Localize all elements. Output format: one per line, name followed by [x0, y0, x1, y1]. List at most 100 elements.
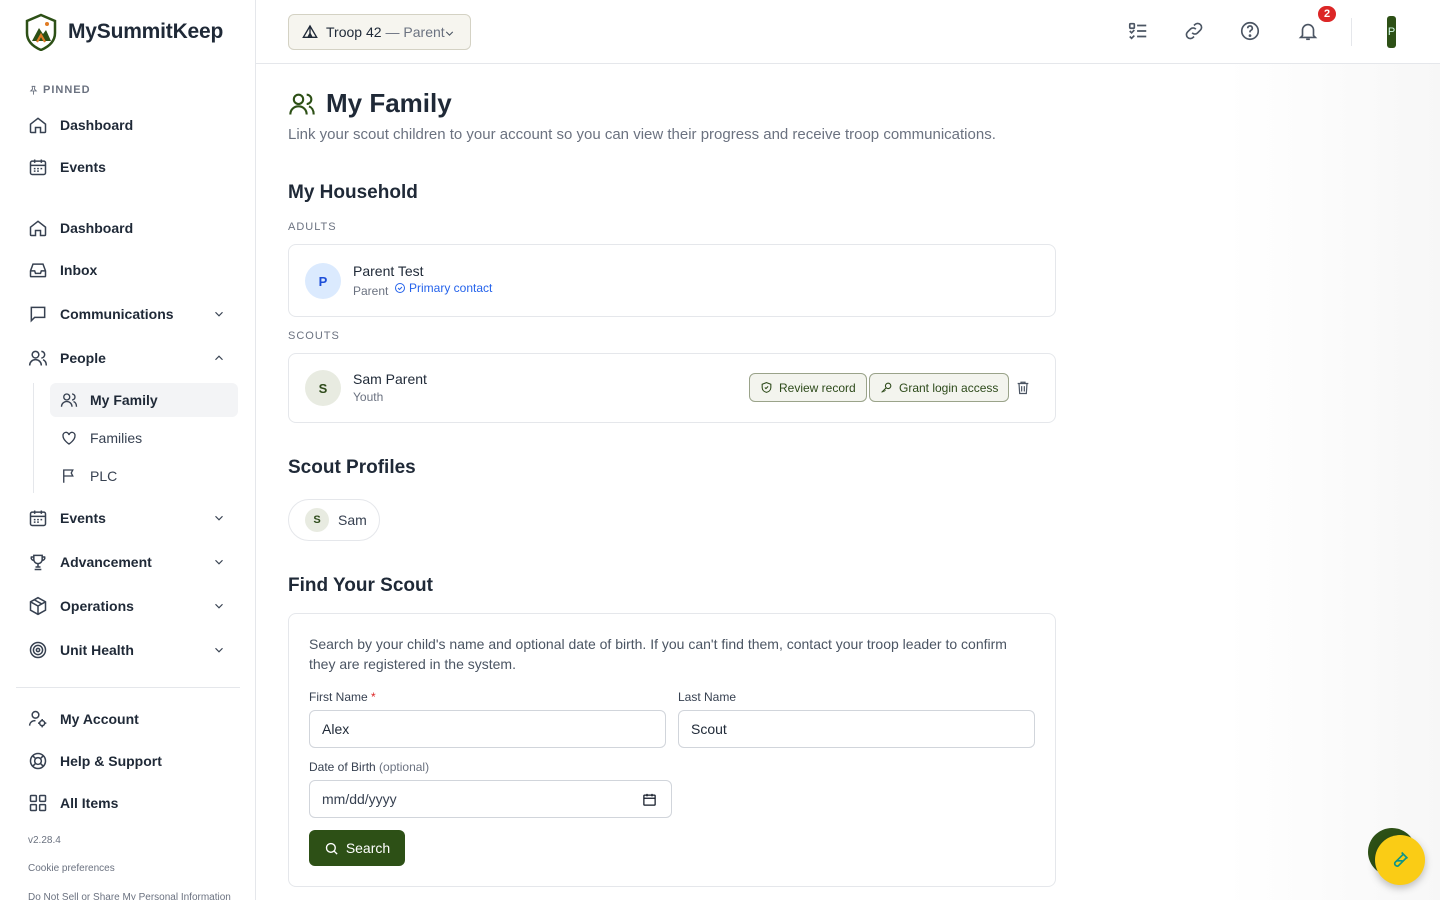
- sidebar-subitem-families[interactable]: Families: [50, 421, 238, 455]
- find-scout-card: Search by your child's name and optional…: [288, 613, 1056, 887]
- bell-icon[interactable]: [1297, 20, 1321, 44]
- sidebar-subitem-plc[interactable]: PLC: [50, 459, 238, 493]
- pinned-events[interactable]: Events: [16, 148, 240, 186]
- scouts-label: SCOUTS: [288, 330, 340, 342]
- calendar-icon[interactable]: [642, 792, 657, 807]
- sidebar-subitem-my-family[interactable]: My Family: [50, 383, 238, 417]
- pinned-dashboard-label: Dashboard: [60, 117, 134, 133]
- sidebar-item-operations[interactable]: Operations: [16, 587, 240, 625]
- find-scout-heading: Find Your Scout: [288, 575, 433, 596]
- feedback-fab[interactable]: [1375, 835, 1425, 885]
- scout-profile-name: Sam: [338, 512, 367, 528]
- chevron-down-icon: [212, 555, 226, 569]
- sidebar-item-label: Help & Support: [60, 753, 162, 769]
- sidebar-item-label: All Items: [60, 795, 119, 811]
- chevron-down-icon: [212, 307, 226, 321]
- sidebar-item-label: My Account: [60, 711, 139, 727]
- adults-label: ADULTS: [288, 221, 337, 233]
- check-circle-icon: [394, 282, 406, 294]
- logo-icon: [24, 13, 58, 51]
- shield-check-icon: [760, 381, 773, 394]
- adult-card: P Parent Test Parent Primary contact: [288, 244, 1056, 317]
- first-name-field[interactable]: Alex: [309, 710, 666, 748]
- dob-label: Date of Birth (optional): [309, 760, 430, 774]
- flag-icon: [60, 467, 78, 485]
- users-icon: [288, 90, 316, 118]
- test-tube-icon: [1390, 850, 1410, 870]
- sidebar-item-inbox[interactable]: Inbox: [16, 251, 240, 289]
- inbox-icon: [28, 260, 48, 280]
- sidebar-item-help-support[interactable]: Help & Support: [16, 742, 240, 780]
- topbar: Troop 42 — Parent 2 P: [256, 0, 1440, 64]
- sidebar-subitem-label: PLC: [90, 468, 118, 484]
- brand[interactable]: MySummitKeep: [24, 13, 223, 51]
- sidebar-item-unit-health[interactable]: Unit Health: [16, 631, 240, 669]
- calendar-icon: [28, 508, 48, 528]
- sidebar-item-events[interactable]: Events: [16, 499, 240, 537]
- avatar: S: [305, 370, 341, 406]
- do-not-sell-link[interactable]: Do Not Sell or Share My Personal Informa…: [28, 892, 231, 900]
- scout-profile-chip[interactable]: S Sam: [288, 499, 380, 541]
- find-scout-description: Search by your child's name and optional…: [309, 636, 1007, 672]
- sidebar-item-label: Dashboard: [60, 220, 134, 236]
- checklist-icon[interactable]: [1127, 20, 1151, 44]
- heart-icon: [60, 429, 78, 447]
- pin-icon: [28, 85, 39, 96]
- first-name-label: First Name *: [309, 690, 376, 704]
- chevron-down-icon: [212, 511, 226, 525]
- last-name-field[interactable]: Scout: [678, 710, 1035, 748]
- sidebar-item-label: Advancement: [60, 554, 152, 570]
- sidebar-item-people[interactable]: People: [16, 339, 240, 377]
- user-avatar[interactable]: P: [1387, 16, 1396, 48]
- scout-card: S Sam Parent Youth Review record Grant l…: [288, 353, 1056, 423]
- target-icon: [28, 640, 48, 660]
- sidebar-item-my-account[interactable]: My Account: [16, 700, 240, 738]
- sidebar-divider: [16, 687, 240, 688]
- grid-icon: [28, 793, 48, 813]
- home-icon: [28, 115, 48, 135]
- pinned-label: PINNED: [28, 84, 91, 96]
- calendar-icon: [28, 157, 48, 177]
- page-title: My Family: [288, 88, 452, 119]
- trash-icon[interactable]: [1015, 379, 1031, 396]
- topbar-separator: [1351, 18, 1352, 46]
- sidebar-item-label: Inbox: [60, 262, 98, 278]
- sidebar-item-label: Operations: [60, 598, 134, 614]
- help-icon[interactable]: [1239, 20, 1263, 44]
- box-icon: [28, 596, 48, 616]
- user-gear-icon: [28, 709, 48, 729]
- chevron-down-icon: [212, 643, 226, 657]
- troop-name: Troop 42: [326, 24, 382, 40]
- chevron-up-icon: [212, 351, 226, 365]
- cookie-preferences-link[interactable]: Cookie preferences: [28, 863, 115, 874]
- dob-placeholder: mm/dd/yyyy: [322, 791, 397, 807]
- dob-field[interactable]: mm/dd/yyyy: [309, 780, 672, 818]
- adult-name: Parent Test: [353, 263, 424, 279]
- lifebuoy-icon: [28, 751, 48, 771]
- sidebar-item-advancement[interactable]: Advancement: [16, 543, 240, 581]
- review-record-button[interactable]: Review record: [749, 373, 867, 402]
- page-title-text: My Family: [326, 88, 452, 118]
- link-icon[interactable]: [1183, 20, 1207, 44]
- home-icon: [28, 218, 48, 238]
- troop-switcher[interactable]: Troop 42 — Parent: [288, 14, 471, 50]
- trophy-icon: [28, 552, 48, 572]
- sidebar-item-label: Events: [60, 510, 106, 526]
- chevron-down-icon: [212, 599, 226, 613]
- avatar: S: [305, 508, 329, 532]
- sidebar-item-dashboard[interactable]: Dashboard: [16, 209, 240, 247]
- scout-role: Youth: [353, 390, 384, 404]
- sidebar-item-label: People: [60, 350, 106, 366]
- grant-login-button[interactable]: Grant login access: [869, 373, 1010, 402]
- tent-icon: [302, 24, 318, 40]
- key-icon: [880, 381, 893, 394]
- users-icon: [60, 391, 78, 409]
- sidebar-item-all-items[interactable]: All Items: [16, 784, 240, 822]
- pinned-dashboard[interactable]: Dashboard: [16, 106, 240, 144]
- main-content: My Family Link your scout children to yo…: [256, 64, 1440, 900]
- search-button[interactable]: Search: [309, 830, 405, 866]
- search-icon: [324, 841, 339, 856]
- page-subtitle: Link your scout children to your account…: [288, 126, 996, 143]
- pinned-events-label: Events: [60, 159, 106, 175]
- sidebar-item-communications[interactable]: Communications: [16, 295, 240, 333]
